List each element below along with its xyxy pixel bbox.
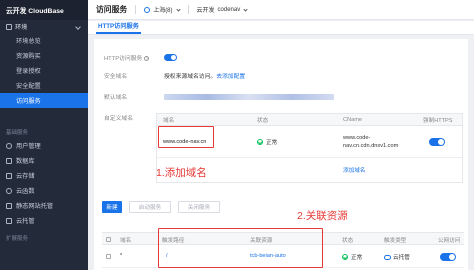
http-service-label: HTTP访问服务? xyxy=(104,56,150,62)
http-service-toggle[interactable] xyxy=(164,54,177,61)
annotation-step1: 1.添加域名 xyxy=(156,167,207,179)
sidebar-item-overview[interactable]: 环境总览 xyxy=(0,33,88,48)
success-icon xyxy=(257,138,263,145)
table-header: 域名 状态 CName 强制HTTPS xyxy=(157,114,462,126)
row-checkbox[interactable] xyxy=(106,254,111,259)
cname-value: www.code-nav.cn.cdn.dnsv1.com xyxy=(343,134,399,149)
custom-domain-row: 自定义域名 xyxy=(104,113,164,122)
safe-domain-text: 授权来源域名访问。 xyxy=(164,74,217,80)
select-all-checkbox[interactable] xyxy=(106,237,111,242)
chevron-down-icon xyxy=(243,6,248,12)
chevron-down-icon xyxy=(175,6,181,12)
status-badge: 正常 xyxy=(257,138,277,146)
chevron-down-icon xyxy=(75,23,81,30)
annotation-box-domain xyxy=(158,126,214,148)
add-domain-link[interactable]: 添加域名 xyxy=(343,166,365,174)
default-domain-row: 默认域名 xyxy=(104,92,334,101)
cloud-icon xyxy=(384,254,391,260)
safe-domain-label: 安全域名 xyxy=(104,74,128,80)
sidebar-item-storage[interactable]: 云存储 xyxy=(0,168,88,183)
page-title: 访问服务 xyxy=(96,5,128,14)
sidebar: 云开发 CloudBase 环境 环境总览 资源购买 登录授权 安全配置 访问服… xyxy=(0,0,88,270)
status-badge: 正常 xyxy=(342,253,362,261)
env-selector[interactable]: 云开发 codenav xyxy=(197,5,248,14)
http-service-row: HTTP访问服务? xyxy=(104,53,177,62)
topbar: 访问服务 上海(8) 云开发 codenav xyxy=(88,0,474,20)
success-icon xyxy=(342,254,348,260)
disable-service-button[interactable]: 关闭服务 xyxy=(178,201,220,213)
annotation-step2: 2.关联资源 xyxy=(297,210,348,222)
public-access-toggle[interactable] xyxy=(440,253,456,261)
sidebar-item-static-hosting[interactable]: 静态网站托管 xyxy=(0,198,88,213)
add-config-link[interactable]: 去添加配置 xyxy=(216,71,245,80)
main-card: HTTP访问服务? 安全域名 授权来源域名访问。 去添加配置 默认域名 自定义域… xyxy=(94,39,468,270)
annotation-box-resource xyxy=(158,228,323,268)
brand-title: 云开发 CloudBase xyxy=(0,0,88,20)
sidebar-item-users[interactable]: 用户管理 xyxy=(0,138,88,153)
new-button[interactable]: 新建 xyxy=(102,201,122,213)
tab-http-access[interactable]: HTTP访问服务 xyxy=(96,21,141,34)
route-domain: * xyxy=(120,253,123,259)
region-selector[interactable]: 上海(8) xyxy=(144,5,181,14)
divider xyxy=(135,5,137,14)
safe-domain-row: 安全域名 授权来源域名访问。 去添加配置 xyxy=(104,71,245,80)
sidebar-item-functions[interactable]: 云函数 xyxy=(0,183,88,198)
sidebar-item-purchase[interactable]: 资源购买 xyxy=(0,48,88,63)
sidebar-section-basic: 基础服务 xyxy=(6,130,29,136)
default-domain-label: 默认域名 xyxy=(104,95,128,101)
sidebar-item-database[interactable]: 数据库 xyxy=(0,153,88,168)
sidebar-item-access-service[interactable]: 访问服务 xyxy=(0,93,88,108)
database-icon xyxy=(6,157,12,164)
tab-bar: HTTP访问服务 xyxy=(88,21,474,35)
env-icon xyxy=(6,23,12,30)
enable-service-button[interactable]: 启动服务 xyxy=(129,201,171,213)
sidebar-section-extend: 扩展服务 xyxy=(6,236,29,242)
sidebar-group-label: 环境 xyxy=(15,24,28,31)
default-domain-value-blurred xyxy=(164,93,334,100)
sidebar-item-login-auth[interactable]: 登录授权 xyxy=(0,63,88,78)
trigger-type: 云托管 xyxy=(384,253,410,261)
container-icon xyxy=(6,217,12,224)
globe-icon xyxy=(6,202,12,209)
help-icon: ? xyxy=(144,56,150,61)
globe-icon xyxy=(144,6,151,13)
force-https-toggle[interactable] xyxy=(429,137,445,146)
sidebar-item-cloud-hosting[interactable]: 云托管 xyxy=(0,213,88,228)
sidebar-item-security[interactable]: 安全配置 xyxy=(0,78,88,93)
storage-icon xyxy=(6,172,12,179)
sidebar-group-env[interactable]: 环境 xyxy=(0,20,88,33)
function-icon xyxy=(6,187,12,194)
divider xyxy=(187,5,189,14)
user-icon xyxy=(6,142,12,149)
custom-domain-label: 自定义域名 xyxy=(104,116,133,122)
